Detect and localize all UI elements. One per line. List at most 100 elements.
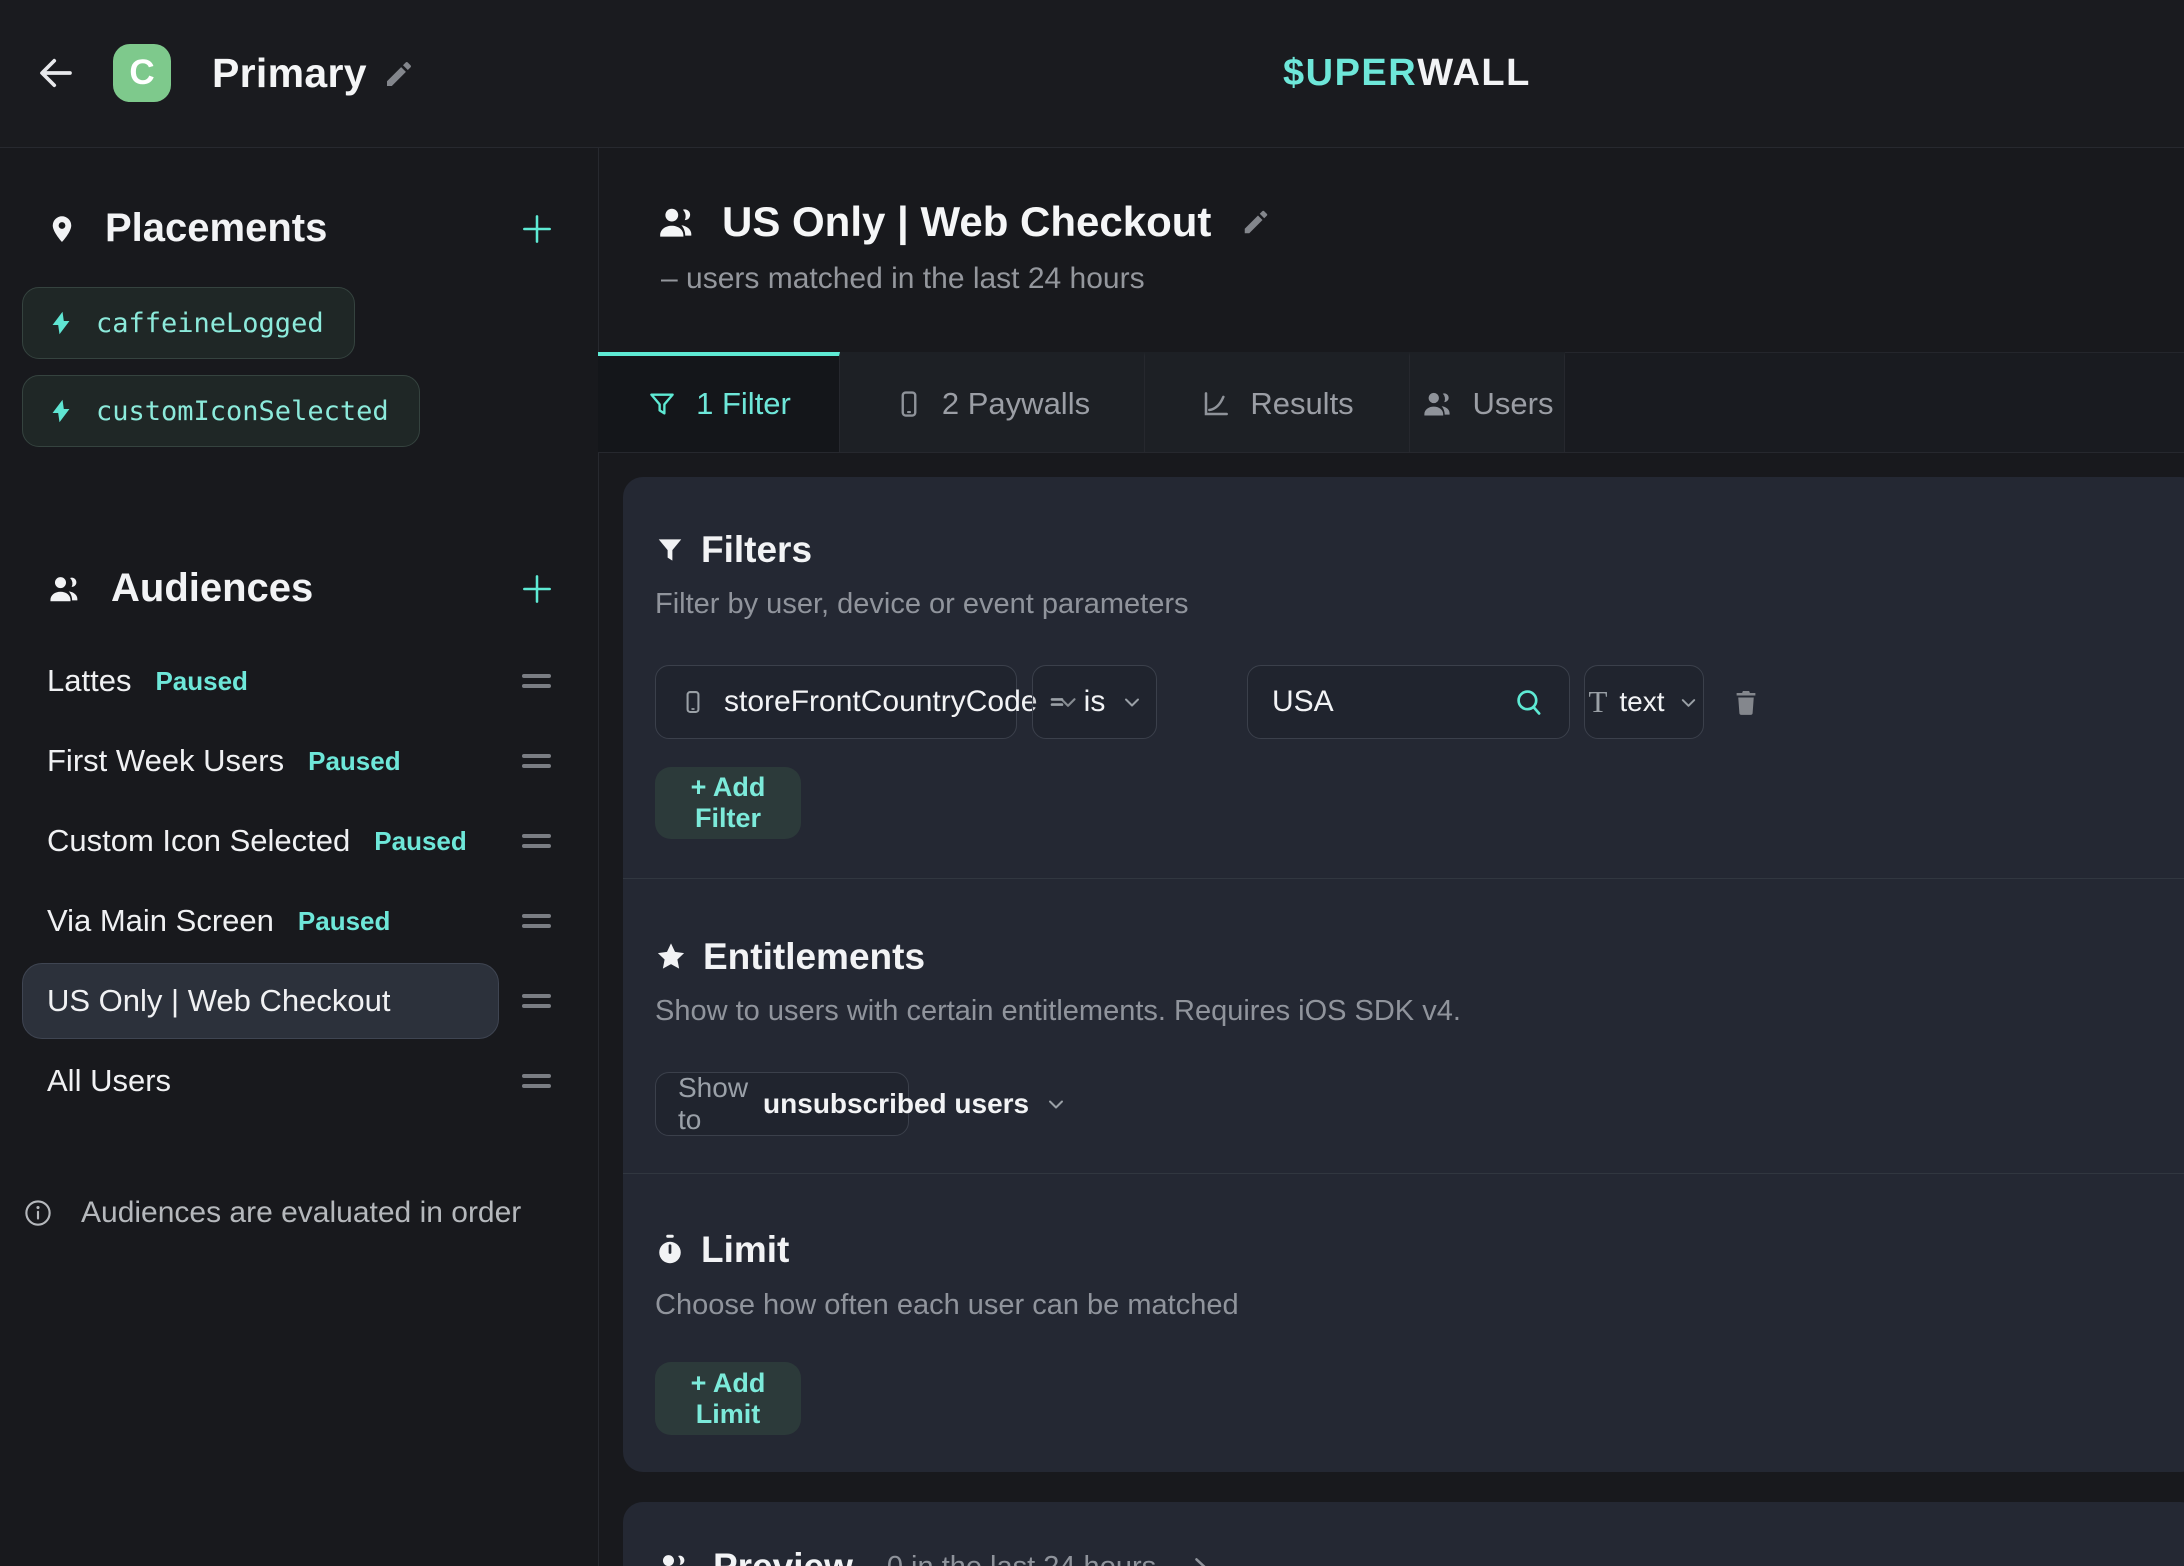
placement-chip-customIconSelected[interactable]: customIconSelected — [22, 375, 420, 447]
tab-users[interactable]: Users — [1410, 352, 1565, 452]
audiences-list: Lattes Paused First Week Users Paused Cu… — [0, 641, 598, 1121]
audience-settings-card: Filters Filter by user, device or event … — [623, 477, 2184, 1472]
audience-label: Via Main Screen — [47, 903, 274, 939]
equals-icon — [1045, 690, 1069, 714]
trash-icon — [1731, 686, 1761, 718]
plus-icon — [518, 570, 556, 608]
entitlements-subtitle: Show to users with certain entitlements.… — [655, 995, 2160, 1028]
star-icon — [655, 941, 687, 973]
filter-value-input[interactable]: USA — [1247, 665, 1570, 739]
drag-handle-icon[interactable] — [522, 834, 551, 848]
audience-item-custom-icon-selected[interactable]: Custom Icon Selected Paused — [0, 801, 598, 881]
funnel-icon — [655, 535, 685, 565]
placement-chip-label: customIconSelected — [96, 396, 389, 427]
chevron-right-icon — [1186, 1553, 1214, 1566]
app-window: C Primary $UPERWALL Placements caff — [0, 0, 2184, 1566]
tab-paywalls[interactable]: 2 Paywalls — [840, 352, 1145, 452]
tab-label: 2 Paywalls — [942, 386, 1090, 422]
audience-item-us-only-web-checkout[interactable]: US Only | Web Checkout — [0, 961, 598, 1041]
status-badge: Paused — [298, 906, 391, 937]
add-limit-button[interactable]: + Add Limit — [655, 1362, 801, 1435]
audience-header: US Only | Web Checkout — [656, 195, 1271, 249]
drag-handle-icon[interactable] — [522, 1074, 551, 1088]
order-note-text: Audiences are evaluated in order — [81, 1196, 521, 1230]
status-badge: Paused — [308, 746, 401, 777]
edit-audience-icon[interactable] — [1241, 207, 1271, 237]
preview-header[interactable]: Preview 0 in the last 24 hours — [623, 1502, 2184, 1566]
type-text-icon: T — [1588, 684, 1607, 720]
audience-label: All Users — [47, 1063, 171, 1099]
logo-rest: WALL — [1417, 52, 1531, 95]
sidebar: Placements caffeineLogged customIconSele… — [0, 148, 599, 1566]
audience-label: Custom Icon Selected — [47, 823, 350, 859]
tab-results[interactable]: Results — [1145, 352, 1410, 452]
preview-count: 0 in the last 24 hours — [887, 1551, 1156, 1566]
filter-type-select[interactable]: T text — [1584, 665, 1704, 739]
placements-title: Placements — [105, 206, 327, 251]
users-icon — [1421, 389, 1455, 419]
tab-filters[interactable]: 1 Filter — [598, 352, 840, 452]
drag-handle-icon[interactable] — [522, 994, 551, 1008]
filters-section: Filters Filter by user, device or event … — [623, 477, 2184, 839]
back-button[interactable] — [33, 52, 79, 94]
audiences-order-note: Audiences are evaluated in order — [23, 1196, 521, 1230]
audience-item-first-week-users[interactable]: First Week Users Paused — [0, 721, 598, 801]
users-icon — [655, 1551, 691, 1566]
search-icon — [1513, 686, 1545, 718]
phone-icon — [680, 687, 706, 717]
filter-property-select[interactable]: storeFrontCountryCode — [655, 665, 1017, 739]
users-icon — [47, 573, 83, 605]
phone-icon — [894, 387, 924, 421]
drag-handle-icon[interactable] — [522, 674, 551, 688]
audience-label: First Week Users — [47, 743, 284, 779]
stopwatch-icon — [655, 1233, 685, 1267]
status-badge: Paused — [155, 666, 248, 697]
add-audience-button[interactable] — [518, 570, 556, 608]
tab-label: Results — [1250, 386, 1353, 422]
audience-item-via-main-screen[interactable]: Via Main Screen Paused — [0, 881, 598, 961]
map-pin-icon — [47, 210, 77, 248]
audiences-title: Audiences — [111, 566, 313, 611]
edit-project-icon[interactable] — [383, 58, 415, 90]
preview-title: Preview — [713, 1546, 853, 1566]
page-title: Primary — [212, 0, 367, 147]
entitlements-section: Entitlements Show to users with certain … — [623, 879, 2184, 1136]
filter-operator-value: is — [1084, 685, 1106, 719]
audience-label: Lattes — [47, 663, 131, 699]
placements-header: Placements — [47, 206, 556, 251]
add-placement-button[interactable] — [518, 210, 556, 248]
chevron-down-icon — [1044, 1092, 1068, 1116]
users-icon — [656, 204, 698, 241]
status-badge: Paused — [374, 826, 467, 857]
bolt-icon — [48, 308, 74, 338]
audience-item-lattes[interactable]: Lattes Paused — [0, 641, 598, 721]
delete-filter-button[interactable] — [1731, 686, 1761, 718]
filter-funnel-icon — [646, 389, 678, 419]
drag-handle-icon[interactable] — [522, 914, 551, 928]
chevron-down-icon — [1677, 691, 1700, 714]
filters-subtitle: Filter by user, device or event paramete… — [655, 588, 2160, 621]
add-filter-button[interactable]: + Add Filter — [655, 767, 801, 839]
matched-users-subtitle: – users matched in the last 24 hours — [661, 262, 1145, 296]
tab-bar: 1 Filter 2 Paywalls Results Users — [598, 352, 2184, 453]
show-to-value: unsubscribed users — [763, 1088, 1029, 1120]
placement-chip-caffeineLogged[interactable]: caffeineLogged — [22, 287, 355, 359]
drag-handle-icon[interactable] — [522, 754, 551, 768]
logo-accent: $UPER — [1283, 52, 1417, 95]
avatar[interactable]: C — [113, 44, 171, 102]
entitlements-title: Entitlements — [703, 936, 925, 978]
tab-label: 1 Filter — [696, 386, 791, 422]
limit-subtitle: Choose how often each user can be matche… — [655, 1289, 2160, 1322]
info-icon — [23, 1198, 53, 1228]
filter-property-value: storeFrontCountryCode — [724, 685, 1037, 719]
filter-operator-select[interactable]: is — [1032, 665, 1157, 739]
audiences-header: Audiences — [47, 566, 556, 611]
filters-title: Filters — [701, 529, 812, 571]
show-to-select[interactable]: Show to unsubscribed users — [655, 1072, 909, 1136]
filter-row: storeFrontCountryCode is USA — [655, 665, 2160, 739]
plus-icon — [518, 210, 556, 248]
audience-item-all-users[interactable]: All Users — [0, 1041, 598, 1121]
filter-type-value: text — [1619, 686, 1664, 718]
audience-label: US Only | Web Checkout — [47, 983, 390, 1019]
filter-value-text: USA — [1272, 685, 1334, 719]
